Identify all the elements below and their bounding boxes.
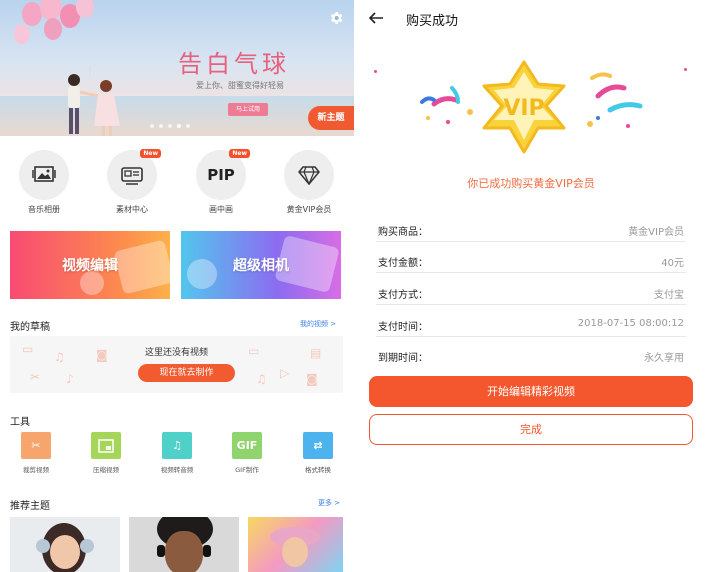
start-editing-button[interactable]: 开始编辑精彩视频 — [369, 376, 693, 407]
music-note-icon: ♫ — [256, 372, 267, 386]
music-note-icon: ♪ — [66, 372, 74, 386]
super-camera-card[interactable]: 超级相机 — [181, 231, 341, 299]
tool-label: 视频转音频 — [160, 466, 194, 474]
row-label: 支付时间： — [378, 322, 428, 333]
tool-gif-maker[interactable]: GIF GIF制作 — [217, 432, 277, 474]
row-label: 到期时间： — [378, 353, 428, 364]
couple-illustration — [68, 66, 120, 136]
row-value: 支付宝 — [654, 290, 684, 301]
page-title: 购买成功 — [406, 14, 459, 29]
feature-pip[interactable]: PIP New 画中画 — [186, 149, 256, 215]
detail-row-payment-method: 支付方式： 支付宝 — [376, 281, 686, 305]
drafts-title: 我的草稿 — [10, 322, 50, 333]
theme-thumbnail[interactable] — [248, 517, 343, 572]
camera-icon: ◙ — [306, 372, 318, 386]
theme-thumbnail[interactable] — [129, 517, 239, 572]
tool-label: 压缩视频 — [93, 466, 119, 474]
tool-trim-video[interactable]: ✂ 裁剪视频 — [6, 432, 66, 474]
tool-compress-video[interactable]: 压缩视频 — [76, 432, 136, 474]
gif-icon: GIF — [232, 432, 262, 459]
row-value: 40元 — [661, 258, 684, 269]
tool-label: 裁剪视频 — [23, 466, 49, 474]
row-value: 黄金VIP会员 — [628, 227, 684, 238]
gear-icon[interactable] — [328, 10, 344, 26]
convert-icon: ⇄ — [303, 432, 333, 459]
tool-format-convert[interactable]: ⇄ 格式转换 — [288, 432, 348, 474]
row-label: 支付方式： — [378, 290, 428, 301]
feature-label: 素材中心 — [116, 205, 148, 214]
balloon — [22, 2, 42, 26]
new-badge: New — [140, 149, 161, 158]
recommend-title: 推荐主题 — [10, 501, 50, 512]
pip-icon: PIP — [207, 166, 235, 184]
row-value: 永久享用 — [644, 353, 684, 364]
vip-star-illustration: VIP — [420, 60, 643, 154]
tool-label: GIF制作 — [235, 466, 259, 474]
banner-title: 告白气球 — [178, 50, 290, 78]
tool-label: 格式转换 — [305, 466, 331, 474]
more-link[interactable]: 更多 > — [318, 498, 340, 508]
balloon — [14, 24, 30, 44]
carousel-dots — [150, 124, 190, 128]
top-bar: 购买成功 — [354, 0, 708, 40]
vip-text: VIP — [503, 96, 544, 121]
feature-label: 黄金VIP会员 — [286, 205, 332, 214]
super-camera-label: 超级相机 — [233, 258, 289, 274]
tools-row: ✂ 裁剪视频 压缩视频 ♫ 视频转音频 GIF GIF制作 ⇄ 格式转换 — [0, 432, 354, 480]
row-label: 购买商品： — [378, 227, 428, 238]
success-message: 你已成功购买黄金VIP会员 — [467, 177, 595, 190]
drafts-empty-panel: ▭ ♫ ✂ ♪ ◙ ▭ ▷ ▤ ♫ ◙ 这里还没有视频 现在就去制作 — [10, 336, 343, 393]
new-theme-button[interactable]: 新主题 — [308, 106, 354, 130]
theme-banner[interactable]: 告白气球 爱上你、甜蜜变得好轻易 马上试用 新主题 — [0, 0, 354, 136]
row-value: 2018-07-15 08:00:12 — [577, 318, 684, 329]
balloon — [76, 0, 94, 18]
detail-row-amount: 支付金额： 40元 — [376, 249, 686, 273]
feature-material-center[interactable]: New 素材中心 — [97, 149, 167, 215]
new-badge: New — [229, 149, 250, 158]
feature-label: 音乐相册 — [28, 205, 60, 214]
feature-music-album[interactable]: 音乐相册 — [9, 150, 79, 215]
tool-video-to-audio[interactable]: ♫ 视频转音频 — [147, 432, 207, 474]
theme-thumbnail[interactable] — [10, 517, 120, 572]
detail-row-expiry: 到期时间： 永久享用 — [376, 344, 686, 368]
scissors-icon: ✂ — [21, 432, 51, 459]
feature-row: 音乐相册 New 素材中心 PIP New 画中画 黄金VIP会员 — [0, 149, 354, 220]
compress-icon — [91, 432, 121, 459]
detail-row-product: 购买商品： 黄金VIP会员 — [376, 218, 686, 242]
play-icon: ▷ — [280, 366, 290, 380]
make-now-button[interactable]: 现在就去制作 — [138, 364, 235, 382]
banner-subtitle: 爱上你、甜蜜变得好轻易 — [196, 81, 284, 90]
my-videos-link[interactable]: 我的视频 > — [300, 319, 336, 329]
feature-gold-vip[interactable]: 黄金VIP会员 — [274, 150, 344, 215]
done-button[interactable]: 完成 — [369, 414, 693, 445]
tools-title: 工具 — [10, 417, 30, 428]
empty-drafts-message: 这里还没有视频 — [144, 348, 208, 358]
try-now-button[interactable]: 马上试用 — [228, 103, 268, 116]
scissors-icon: ✂ — [30, 370, 41, 384]
diamond-icon — [298, 166, 320, 185]
video-edit-card[interactable]: 视频编辑 — [10, 231, 170, 299]
photo-music-icon — [32, 166, 56, 182]
back-arrow-icon[interactable] — [368, 10, 384, 26]
video-edit-label: 视频编辑 — [62, 258, 118, 274]
home-screen: 告白气球 爱上你、甜蜜变得好轻易 马上试用 新主题 音乐相册 New 素材中心 … — [0, 0, 354, 572]
music-note-icon: ♫ — [162, 432, 192, 459]
feature-label: 画中画 — [209, 205, 233, 214]
balloon — [40, 0, 62, 20]
balloon — [44, 18, 62, 40]
detail-row-payment-time: 支付时间： 2018-07-15 08:00:12 — [376, 313, 686, 337]
purchase-success-screen: 购买成功 VIP 你已成功购买黄金VIP会员 购买商品： 黄金VIP会员 支付金… — [354, 0, 708, 572]
row-label: 支付金额： — [378, 258, 428, 269]
material-icon — [121, 167, 143, 185]
